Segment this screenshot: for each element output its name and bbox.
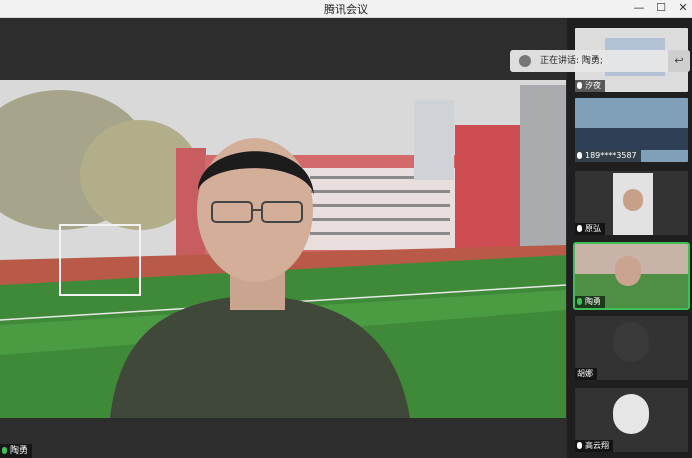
participant-tile[interactable]: 原弘 <box>575 171 688 235</box>
avatar <box>519 55 531 67</box>
participant-label: 陶勇 <box>575 296 605 308</box>
close-button[interactable]: ✕ <box>672 0 692 17</box>
participant-label: 胡娜 <box>575 368 597 380</box>
participant-avatar <box>613 322 649 362</box>
mic-icon <box>577 298 582 305</box>
participant-label: 汐夜 <box>575 80 605 92</box>
participant-name: 原弘 <box>585 224 601 233</box>
participant-tile[interactable]: 高云翔 <box>575 388 688 452</box>
participant-avatar <box>613 394 649 434</box>
return-icon[interactable]: ↩ <box>668 50 690 72</box>
participant-tile[interactable]: 胡娜 <box>575 316 688 380</box>
participant-video-content <box>575 128 688 150</box>
mic-icon <box>577 442 582 449</box>
mic-icon <box>577 82 582 89</box>
participant-name: 汐夜 <box>585 81 601 90</box>
participant-tile[interactable]: 189****3587 <box>575 98 688 162</box>
window-title: 腾讯会议 <box>324 3 368 16</box>
participant-label: 高云翔 <box>575 440 613 452</box>
mic-icon <box>2 447 7 454</box>
participant-face <box>623 189 643 211</box>
main-video-scene <box>0 80 566 418</box>
participant-label: 原弘 <box>575 223 605 235</box>
speaking-banner: 正在讲话: 陶勇; ↩ <box>510 50 690 72</box>
participant-name: 189****3587 <box>585 151 637 160</box>
main-video[interactable] <box>0 80 566 418</box>
minimize-button[interactable]: — <box>628 0 650 17</box>
mic-icon <box>577 152 582 159</box>
mic-icon <box>577 225 582 232</box>
speaking-text: 正在讲话: 陶勇; <box>540 56 603 66</box>
main-speaker-tag: 陶勇 <box>0 444 33 458</box>
maximize-button[interactable]: ☐ <box>650 0 672 17</box>
participant-label: 189****3587 <box>575 150 641 162</box>
title-bar: 腾讯会议 — ☐ ✕ <box>0 0 692 18</box>
participant-name: 高云翔 <box>585 441 609 450</box>
main-stage: 陶勇 <box>0 18 566 458</box>
participant-tile[interactable]: 陶勇 <box>573 242 690 310</box>
participant-face <box>615 256 641 286</box>
participant-sidebar: 汐夜 189****3587 原弘 陶勇 胡娜 高云翔 <box>567 18 692 458</box>
participant-name: 胡娜 <box>577 369 593 378</box>
participant-name: 陶勇 <box>585 297 601 306</box>
main-speaker-name: 陶勇 <box>10 446 29 456</box>
